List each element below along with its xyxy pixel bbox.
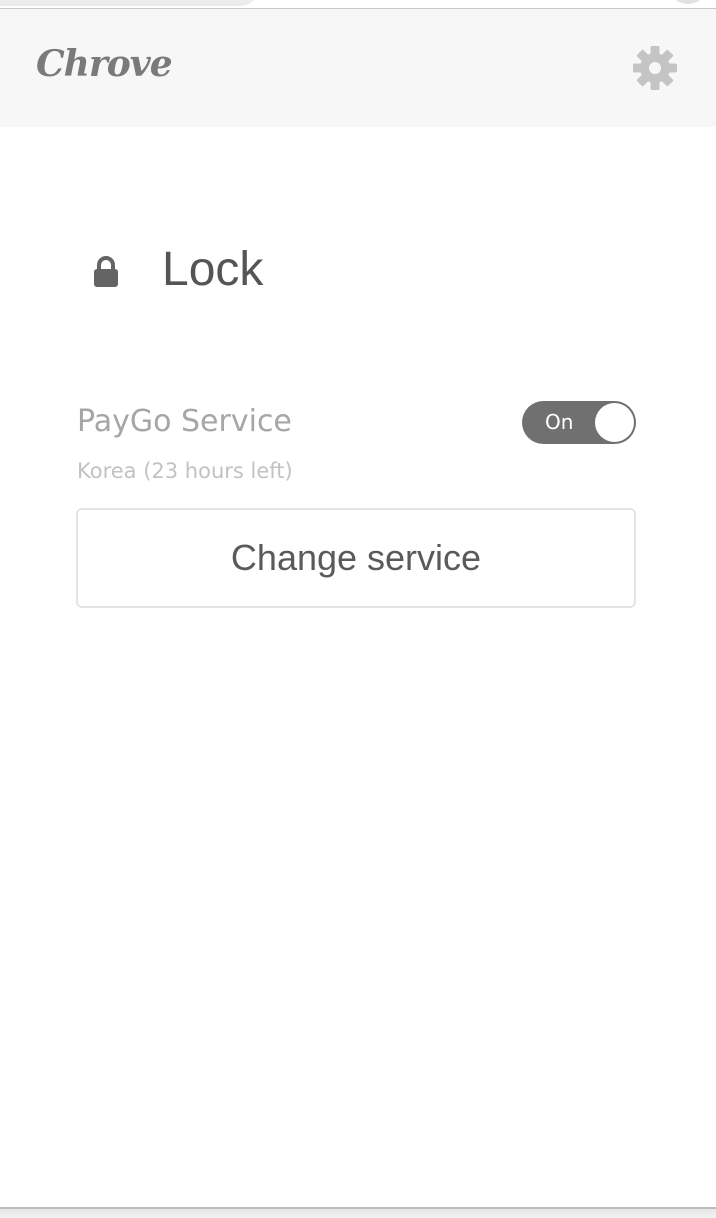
lock-icon (94, 256, 118, 287)
app-header: Chrove (0, 9, 716, 127)
toggle-knob (595, 403, 634, 442)
settings-button[interactable] (632, 45, 678, 91)
browser-top-edge (0, 0, 716, 9)
browser-corner-button (668, 0, 708, 4)
service-detail: Korea (23 hours left) (77, 459, 293, 483)
change-service-button[interactable]: Change service (76, 508, 636, 608)
lock-heading: Lock (92, 240, 592, 300)
brand-logo: Chrove (36, 43, 173, 85)
toggle-label: On (545, 410, 574, 434)
change-service-label: Change service (230, 537, 482, 578)
gear-icon (633, 46, 677, 90)
window-bottom-edge (0, 1207, 716, 1218)
service-toggle[interactable]: On (522, 401, 636, 444)
page-title: Lock (162, 243, 264, 296)
browser-tab-shade (0, 0, 260, 6)
service-name: PayGo Service (77, 404, 292, 439)
